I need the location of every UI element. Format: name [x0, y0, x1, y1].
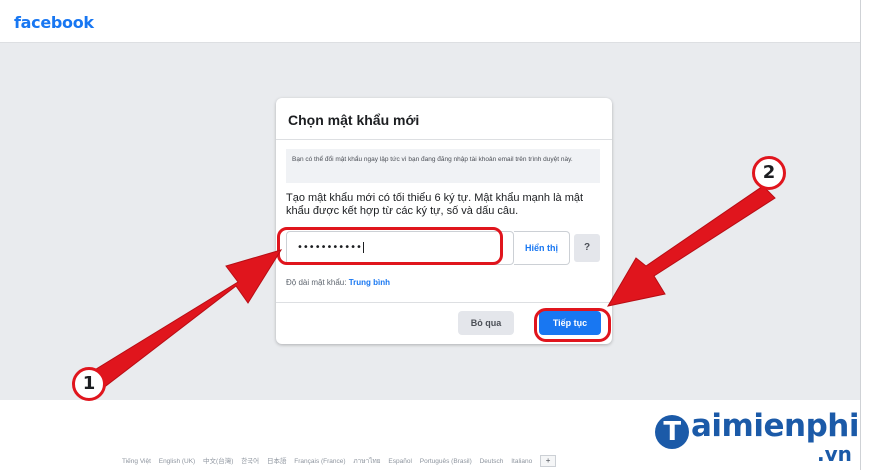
- language-link[interactable]: 한국어: [241, 458, 259, 465]
- language-link[interactable]: 日本語: [267, 458, 287, 465]
- facebook-logo[interactable]: facebook: [14, 13, 94, 32]
- language-link[interactable]: Deutsch: [480, 458, 504, 465]
- show-password-button[interactable]: Hiển thị: [514, 231, 570, 265]
- language-link[interactable]: 中文(台灣): [203, 458, 233, 465]
- skip-button[interactable]: Bỏ qua: [458, 311, 514, 335]
- dialog-title: Chọn mật khẩu mới: [288, 112, 420, 128]
- password-highlight-outline: [277, 227, 503, 265]
- language-link[interactable]: Italiano: [511, 458, 532, 465]
- password-strength: Độ dài mật khẩu: Trung bình: [286, 278, 390, 287]
- strength-label: Độ dài mật khẩu:: [286, 278, 347, 287]
- question-icon[interactable]: ?: [574, 234, 600, 262]
- plus-icon[interactable]: +: [540, 455, 557, 468]
- top-bar: facebook: [0, 0, 860, 43]
- step-1-badge: 1: [72, 367, 106, 401]
- language-list: Tiếng Việt English (UK) 中文(台灣) 한국어 日本語 F…: [122, 455, 562, 468]
- strength-value: Trung bình: [348, 278, 391, 287]
- window-edge: [860, 0, 870, 470]
- step-2-badge: 2: [752, 156, 786, 190]
- watermark-initial: T: [655, 415, 689, 449]
- divider: [276, 139, 612, 140]
- language-link[interactable]: Português (Brasil): [420, 458, 472, 465]
- watermark-suffix: .vn: [817, 442, 852, 466]
- language-link[interactable]: English (UK): [159, 458, 195, 465]
- info-notice: Bạn có thể đổi mật khẩu ngay lập tức vì …: [286, 149, 600, 183]
- language-link[interactable]: Français (France): [294, 458, 345, 465]
- password-instructions: Tạo mật khẩu mới có tối thiểu 6 ký tự. M…: [286, 192, 584, 217]
- language-link[interactable]: ภาษาไทย: [353, 458, 380, 465]
- watermark-text: aimienphi: [691, 408, 859, 444]
- divider: [276, 302, 612, 303]
- continue-highlight-outline: [534, 308, 611, 342]
- language-link[interactable]: Tiếng Việt: [122, 458, 151, 465]
- language-link[interactable]: Español: [388, 458, 412, 465]
